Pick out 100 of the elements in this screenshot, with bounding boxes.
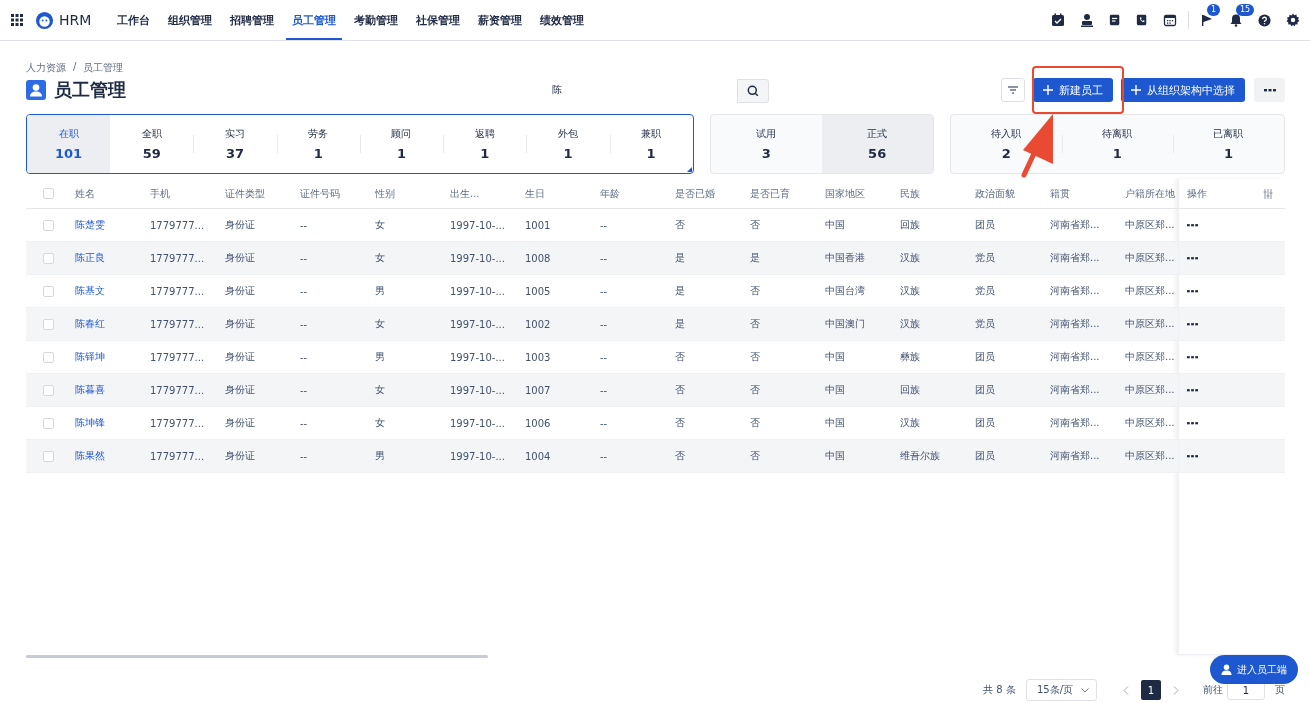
employee-name-link[interactable]: 陈正良 [70,251,145,265]
more-icon[interactable] [1187,421,1198,425]
primary-button[interactable]: 从组织架构中选择 [1121,78,1245,102]
stat-tab[interactable]: 返聘 1 [443,115,527,173]
table-cell-text: 中原区郑... [1124,317,1176,331]
stat-tab[interactable]: 顾问 1 [359,115,444,173]
row-checkbox[interactable] [42,384,54,396]
row-checkbox[interactable] [42,351,54,363]
stat-tab[interactable]: 在职 101 [27,115,111,173]
more-button[interactable] [1254,78,1285,102]
stat-tab[interactable]: 劳务 1 [276,115,360,173]
table-cell-text: 否 [674,350,686,364]
table-cell-text: 1779777... [149,384,206,396]
calendar-icon[interactable] [1163,13,1177,27]
filter-button[interactable] [1001,78,1025,102]
nav-tab[interactable]: 工作台 [111,2,157,40]
more-icon[interactable] [1187,223,1198,227]
more-icon[interactable] [1187,256,1198,260]
column-header: 证件号码 [299,186,341,201]
table-cell-text: 身份证 [224,284,256,298]
employee-name-link[interactable]: 陈果然 [70,449,145,463]
table-cell-text: 否 [749,284,761,298]
annotation-arrow [1020,113,1056,179]
breadcrumb-link[interactable]: 人力资源 [26,61,66,75]
more-icon[interactable] [1187,355,1198,359]
person-stamp-icon[interactable] [1080,13,1094,27]
row-checkbox[interactable] [42,318,54,330]
table-cell-text: -- [299,351,309,363]
nav-tab[interactable]: 招聘管理 [224,2,281,40]
phone-book-icon[interactable] [1136,13,1148,27]
flag-icon[interactable] [1200,13,1214,27]
stat-tab[interactable]: 试用 3 [710,115,822,173]
stat-tab[interactable]: 待入职 2 [950,115,1062,173]
notification-badge: 1 [1207,4,1221,16]
more-icon[interactable] [1187,322,1198,326]
table-cell-text: 中原区郑... [1124,251,1176,265]
breadcrumb-separator: / [73,61,77,74]
more-icon[interactable] [1187,388,1198,392]
page-size-select[interactable]: 15条/页 [1025,679,1097,702]
table-cell-text: 是 [674,284,686,298]
more-icon[interactable] [1187,454,1198,458]
employee-portal-button[interactable]: 进入员工端 [1210,655,1298,684]
employee-name-link[interactable]: 陈暮喜 [70,383,145,397]
stat-tab[interactable]: 实习 37 [193,115,277,173]
table-cell-text: 男 [374,350,386,364]
horizontal-scrollbar[interactable] [26,655,488,658]
select-all-checkbox[interactable] [42,188,54,199]
table-cell-text: 1779777... [149,450,206,462]
table-cell-text: 中国 [824,218,846,232]
table-cell-text: 1003 [524,351,552,363]
settings-icon[interactable] [1286,13,1300,27]
row-checkbox[interactable] [42,450,54,462]
table-cell-text: 河南省郑... [1049,284,1101,298]
more-icon[interactable] [1187,289,1198,293]
table-cell-text: 1997-10-... [449,285,506,297]
calendar-check-icon[interactable] [1051,13,1065,27]
stat-tab[interactable]: 外包 1 [526,115,610,173]
column-header: 出生... [449,186,481,201]
page-number[interactable]: 1 [1141,680,1161,701]
nav-tab[interactable]: 社保管理 [410,2,467,40]
employee-name-link[interactable]: 陈铎坤 [70,350,145,364]
table-cell-text: 1997-10-... [449,384,506,396]
row-checkbox[interactable] [42,285,54,297]
search-button[interactable] [737,79,769,103]
table-cell-text: 中国台湾 [824,284,866,298]
table-cell-text: 1997-10-... [449,417,506,429]
stat-tab[interactable]: 兼职 1 [609,115,693,173]
employee-name-link[interactable]: 陈基文 [70,284,145,298]
table-cell-text: 中国 [824,416,846,430]
table-cell-text: 回族 [899,383,921,397]
table-cell-text: -- [599,285,609,297]
stat-tab[interactable]: 已离职 1 [1172,115,1284,173]
nav-tab[interactable]: 考勤管理 [348,2,405,40]
row-checkbox[interactable] [42,219,54,231]
table-cell-text: -- [299,417,309,429]
app-grid-icon[interactable] [11,14,23,26]
employee-name-link[interactable]: 陈春红 [70,317,145,331]
table-cell-text: -- [299,384,309,396]
nav-tab[interactable]: 员工管理 [286,2,343,40]
goto-label: 前往 [1203,683,1223,698]
primary-button[interactable]: 新建员工 [1033,78,1113,102]
nav-tab[interactable]: 组织管理 [162,2,219,40]
row-checkbox[interactable] [42,417,54,429]
bell-icon[interactable] [1229,13,1243,27]
table-cell-text: 身份证 [224,350,256,364]
table-cell-text: 女 [374,251,386,265]
search-field[interactable]: 陈 [544,79,737,101]
nav-tab[interactable]: 薪资管理 [472,2,529,40]
nav-tab[interactable]: 绩效管理 [534,2,591,40]
table-cell-text: 中国澳门 [824,317,866,331]
table-cell-text: 中国香港 [824,251,866,265]
table-cell-text: 是 [674,251,686,265]
stat-tab[interactable]: 待离职 1 [1061,115,1173,173]
document-icon[interactable] [1109,13,1121,27]
row-checkbox[interactable] [42,252,54,264]
employee-name-link[interactable]: 陈楚雯 [70,218,145,232]
stat-tab[interactable]: 全职 59 [110,115,194,173]
stat-tab[interactable]: 正式 56 [821,115,933,173]
help-icon[interactable] [1258,13,1271,27]
employee-name-link[interactable]: 陈坤锋 [70,416,145,430]
